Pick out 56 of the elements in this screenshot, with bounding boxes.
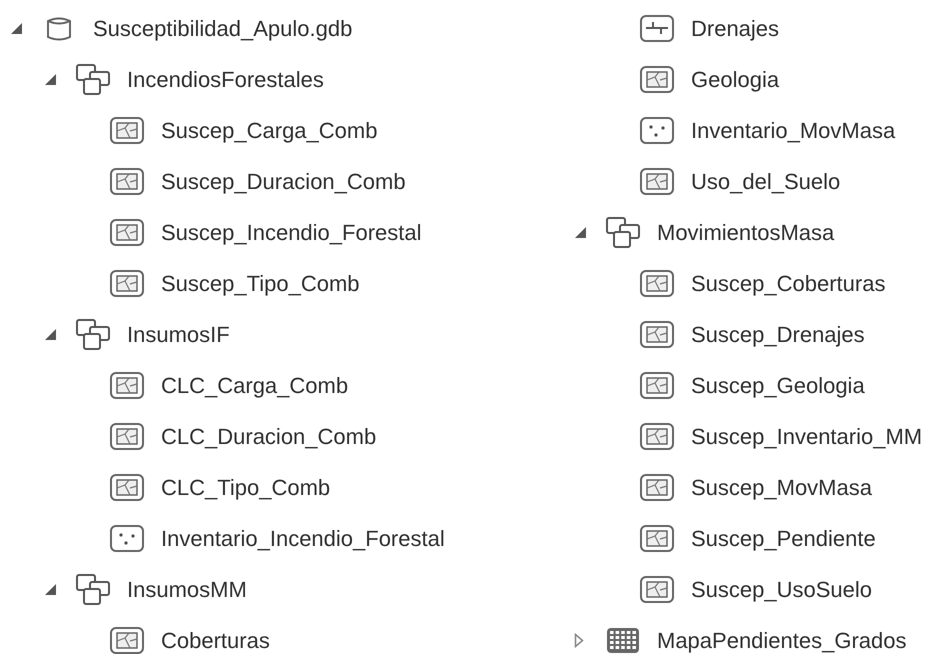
tree-item-label[interactable]: MapaPendientes_Grados (657, 628, 906, 654)
polygon-layer-icon (640, 168, 674, 195)
polygon-layer-icon (640, 66, 674, 93)
collapsed-caret-icon[interactable] (574, 633, 584, 648)
tree-item-label[interactable]: MovimientosMasa (657, 220, 834, 246)
tree-item-label[interactable]: Suscep_Inventario_MM (691, 424, 922, 450)
tree-item-label[interactable]: Suscep_Pendiente (691, 526, 876, 552)
polygon-layer-icon (640, 576, 674, 603)
tree-item-label[interactable]: Suscep_Drenajes (691, 322, 865, 348)
tree-item-label[interactable]: Coberturas (161, 628, 270, 654)
tree-item-label[interactable]: CLC_Carga_Comb (161, 372, 348, 398)
tree-item-label[interactable]: Drenajes (691, 16, 780, 42)
tree-item-label[interactable]: CLC_Duracion_Comb (161, 424, 376, 450)
tree-item-label[interactable]: InsumosIF (127, 322, 230, 348)
tree-item-label[interactable]: InsumosMM (127, 576, 247, 602)
stacked-squares-icon (76, 574, 110, 605)
polygon-layer-icon (640, 270, 674, 297)
expanded-caret-icon[interactable] (44, 583, 57, 596)
expanded-caret-icon[interactable] (10, 22, 23, 35)
stacked-squares-icon (606, 217, 640, 248)
polygon-layer-icon (110, 117, 144, 144)
line-layer-icon (640, 15, 674, 42)
tree-item-label[interactable]: Inventario_Incendio_Forestal (161, 526, 445, 552)
polygon-layer-icon (640, 372, 674, 399)
polygon-layer-icon (640, 423, 674, 450)
tree-item-label[interactable]: Suscep_Tipo_Comb (161, 270, 360, 296)
tree-item-label[interactable]: Inventario_MovMasa (691, 118, 896, 144)
tree-item-label[interactable]: Suscep_Coberturas (691, 270, 886, 296)
point-layer-icon (640, 117, 674, 144)
tree-item-label[interactable]: Suscep_Duracion_Comb (161, 168, 406, 194)
point-layer-icon (110, 525, 144, 552)
tree-item-label[interactable]: Suscep_UsoSuelo (691, 576, 872, 602)
database-icon (46, 16, 72, 42)
polygon-layer-icon (110, 270, 144, 297)
polygon-layer-icon (110, 219, 144, 246)
polygon-layer-icon (640, 321, 674, 348)
polygon-layer-icon (110, 372, 144, 399)
tree-item-label[interactable]: Suscep_MovMasa (691, 474, 872, 500)
tree-item-label[interactable]: Geologia (691, 66, 780, 92)
tree-item-label[interactable]: Susceptibilidad_Apulo.gdb (93, 16, 352, 42)
tree-item-label[interactable]: Suscep_Geologia (691, 372, 865, 398)
expanded-caret-icon[interactable] (574, 226, 587, 239)
stacked-squares-icon (76, 319, 110, 350)
polygon-layer-icon (110, 474, 144, 501)
tree-item-label[interactable]: IncendiosForestales (127, 66, 324, 92)
tree-item-label[interactable]: Suscep_Carga_Comb (161, 118, 378, 144)
tree-item-label[interactable]: Uso_del_Suelo (691, 168, 840, 194)
tree-item-label[interactable]: Suscep_Incendio_Forestal (161, 220, 422, 246)
polygon-layer-icon (110, 423, 144, 450)
polygon-layer-icon (110, 168, 144, 195)
tree-item-label[interactable]: CLC_Tipo_Comb (161, 474, 330, 500)
expanded-caret-icon[interactable] (44, 328, 57, 341)
expanded-caret-icon[interactable] (44, 73, 57, 86)
stacked-squares-icon (76, 64, 110, 95)
polygon-layer-icon (640, 525, 674, 552)
polygon-layer-icon (640, 474, 674, 501)
